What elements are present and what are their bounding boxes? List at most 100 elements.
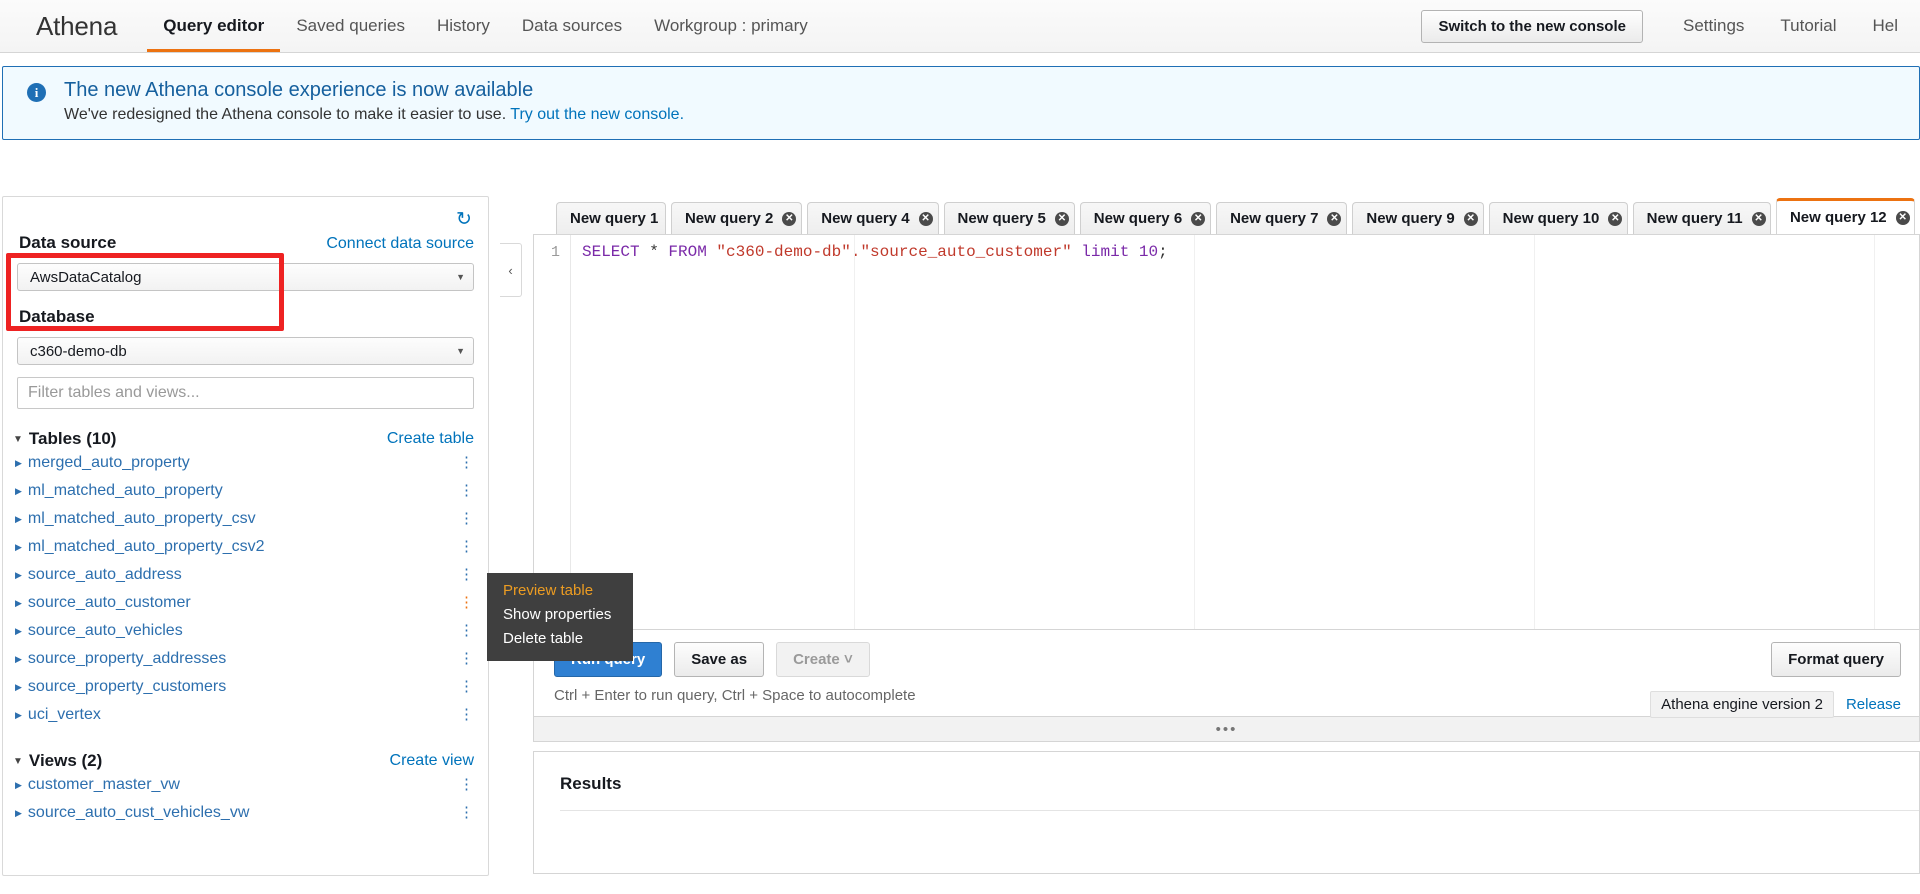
nav-item-data-sources[interactable]: Data sources [506, 0, 638, 52]
triangle-right-icon[interactable]: ▶ [15, 808, 22, 819]
view-list-item[interactable]: ▶source_auto_cust_vehicles_vw⋮ [3, 799, 488, 827]
nav-item-help[interactable]: Hel [1854, 16, 1916, 36]
table-list-item-label: source_auto_vehicles [28, 622, 183, 640]
table-list-item[interactable]: ▶source_auto_address⋮ [3, 561, 488, 589]
filter-tables-input[interactable]: Filter tables and views... [17, 377, 474, 409]
triangle-right-icon[interactable]: ▶ [15, 486, 22, 497]
table-list-item[interactable]: ▶source_property_addresses⋮ [3, 645, 488, 673]
kebab-menu-icon[interactable]: ⋮ [459, 683, 474, 691]
create-table-link[interactable]: Create table [387, 430, 474, 448]
refresh-icon[interactable]: ↻ [456, 211, 474, 229]
chevron-down-icon: ˅ [844, 651, 853, 668]
context-menu-item[interactable]: Preview table [503, 579, 633, 603]
query-tab[interactable]: New query 7✕ [1216, 202, 1347, 234]
query-tab[interactable]: New query 11✕ [1633, 202, 1771, 234]
data-source-select[interactable]: AwsDataCatalog ▼ [17, 263, 474, 291]
table-list-item-label: ml_matched_auto_property_csv [28, 510, 256, 528]
create-button[interactable]: Create ˅ [776, 642, 870, 677]
triangle-right-icon[interactable]: ▶ [15, 570, 22, 581]
query-tab[interactable]: New query 9✕ [1352, 202, 1483, 234]
close-icon[interactable]: ✕ [1055, 212, 1069, 226]
kebab-menu-icon[interactable]: ⋮ [459, 459, 474, 467]
sql-code-text[interactable]: SELECT * FROM "c360-demo-db"."source_aut… [570, 243, 1168, 261]
sidebar-collapse-handle[interactable]: ‹ [500, 243, 522, 297]
close-icon[interactable]: ✕ [1896, 211, 1910, 225]
query-tab[interactable]: New query 6✕ [1080, 202, 1211, 234]
create-view-link[interactable]: Create view [390, 752, 474, 770]
kebab-menu-icon[interactable]: ⋮ [459, 571, 474, 579]
query-tab-label: New query 10 [1503, 210, 1600, 227]
primary-nav-links: Query editorSaved queriesHistoryData sou… [147, 0, 824, 52]
nav-item-saved-queries[interactable]: Saved queries [280, 0, 421, 52]
close-icon[interactable]: ✕ [782, 212, 796, 226]
save-as-button[interactable]: Save as [674, 642, 764, 677]
database-select-value: c360-demo-db [30, 343, 127, 360]
query-tab[interactable]: New query 10 ✕ [1489, 202, 1628, 234]
kebab-menu-icon[interactable]: ⋮ [459, 543, 474, 551]
app-logo-athena[interactable]: Athena [36, 11, 117, 42]
sql-semicolon: ; [1158, 243, 1168, 261]
database-block: Database c360-demo-db ▼ [3, 307, 488, 365]
editor-ruler [1194, 235, 1195, 630]
switch-to-new-console-button[interactable]: Switch to the new console [1421, 10, 1643, 43]
kebab-menu-icon[interactable]: ⋮ [459, 515, 474, 523]
triangle-right-icon[interactable]: ▶ [15, 682, 22, 693]
table-list-item[interactable]: ▶ source_auto_vehicles ⋮ [3, 617, 488, 645]
connect-data-source-link[interactable]: Connect data source [326, 235, 474, 253]
nav-item-tutorial[interactable]: Tutorial [1762, 16, 1854, 36]
try-new-console-link[interactable]: Try out the new console. [510, 106, 684, 123]
tables-header-title[interactable]: ▼ Tables (10) [13, 429, 116, 449]
query-tab[interactable]: New query 4✕ [807, 202, 938, 234]
close-icon[interactable]: ✕ [1464, 212, 1478, 226]
close-icon[interactable]: ✕ [919, 212, 933, 226]
query-tab-label: New query 1 [570, 210, 658, 227]
triangle-right-icon[interactable]: ▶ [15, 710, 22, 721]
kebab-menu-icon[interactable]: ⋮ [459, 711, 474, 719]
query-tab[interactable]: New query 2✕ [671, 202, 802, 234]
context-menu-item[interactable]: Delete table [503, 627, 633, 651]
triangle-right-icon[interactable]: ▶ [15, 598, 22, 609]
kebab-menu-icon[interactable]: ⋮ [459, 599, 474, 607]
engine-version-row: Athena engine version 2 Release [1650, 691, 1901, 718]
line-number: 1 [534, 244, 570, 261]
database-select[interactable]: c360-demo-db ▼ [17, 337, 474, 365]
triangle-right-icon[interactable]: ▶ [15, 542, 22, 553]
close-icon[interactable]: ✕ [1608, 212, 1622, 226]
kebab-menu-icon[interactable]: ⋮ [459, 809, 474, 817]
query-tab[interactable]: New query 5✕ [944, 202, 1075, 234]
query-tab[interactable]: New query 12✕ [1776, 198, 1915, 234]
triangle-right-icon[interactable]: ▶ [15, 780, 22, 791]
kebab-menu-icon[interactable]: ⋮ [459, 487, 474, 495]
view-list-item[interactable]: ▶customer_master_vw⋮ [3, 771, 488, 799]
format-query-button[interactable]: Format query [1771, 642, 1901, 677]
nav-item-settings[interactable]: Settings [1665, 16, 1762, 36]
nav-item-workgroup-primary[interactable]: Workgroup : primary [638, 0, 824, 52]
table-list-item[interactable]: ▶ ml_matched_auto_property_csv ⋮ [3, 505, 488, 533]
views-header-title[interactable]: ▼ Views (2) [13, 751, 102, 771]
kebab-menu-icon[interactable]: ⋮ [459, 781, 474, 789]
kebab-menu-icon[interactable]: ⋮ [459, 627, 474, 635]
triangle-right-icon[interactable]: ▶ [15, 514, 22, 525]
views-count-label: Views (2) [29, 751, 102, 771]
close-icon[interactable]: ✕ [1752, 212, 1766, 226]
panel-splitter[interactable]: ••• [533, 716, 1920, 742]
table-list-item[interactable]: ▶merged_auto_property⋮ [3, 449, 488, 477]
table-list-item[interactable]: ▶ml_matched_auto_property_csv2⋮ [3, 533, 488, 561]
query-tab[interactable]: New query 1 [556, 202, 666, 234]
sql-editor-panel[interactable]: 1 SELECT * FROM "c360-demo-db"."source_a… [533, 234, 1920, 630]
table-list-item[interactable]: ▶uci_vertex⋮ [3, 701, 488, 729]
triangle-right-icon[interactable]: ▶ [15, 654, 22, 665]
table-list-item[interactable]: ▶source_auto_customer⋮ [3, 589, 488, 617]
close-icon[interactable]: ✕ [1327, 212, 1341, 226]
results-title: Results [560, 774, 1919, 794]
table-list-item[interactable]: ▶source_property_customers⋮ [3, 673, 488, 701]
triangle-right-icon[interactable]: ▶ [15, 626, 22, 637]
triangle-right-icon[interactable]: ▶ [15, 458, 22, 469]
close-icon[interactable]: ✕ [1191, 212, 1205, 226]
nav-item-query-editor[interactable]: Query editor [147, 0, 280, 52]
nav-item-history[interactable]: History [421, 0, 506, 52]
table-list-item[interactable]: ▶ml_matched_auto_property⋮ [3, 477, 488, 505]
context-menu-item[interactable]: Show properties [503, 603, 633, 627]
release-notes-link[interactable]: Release [1846, 696, 1901, 713]
kebab-menu-icon[interactable]: ⋮ [459, 655, 474, 663]
